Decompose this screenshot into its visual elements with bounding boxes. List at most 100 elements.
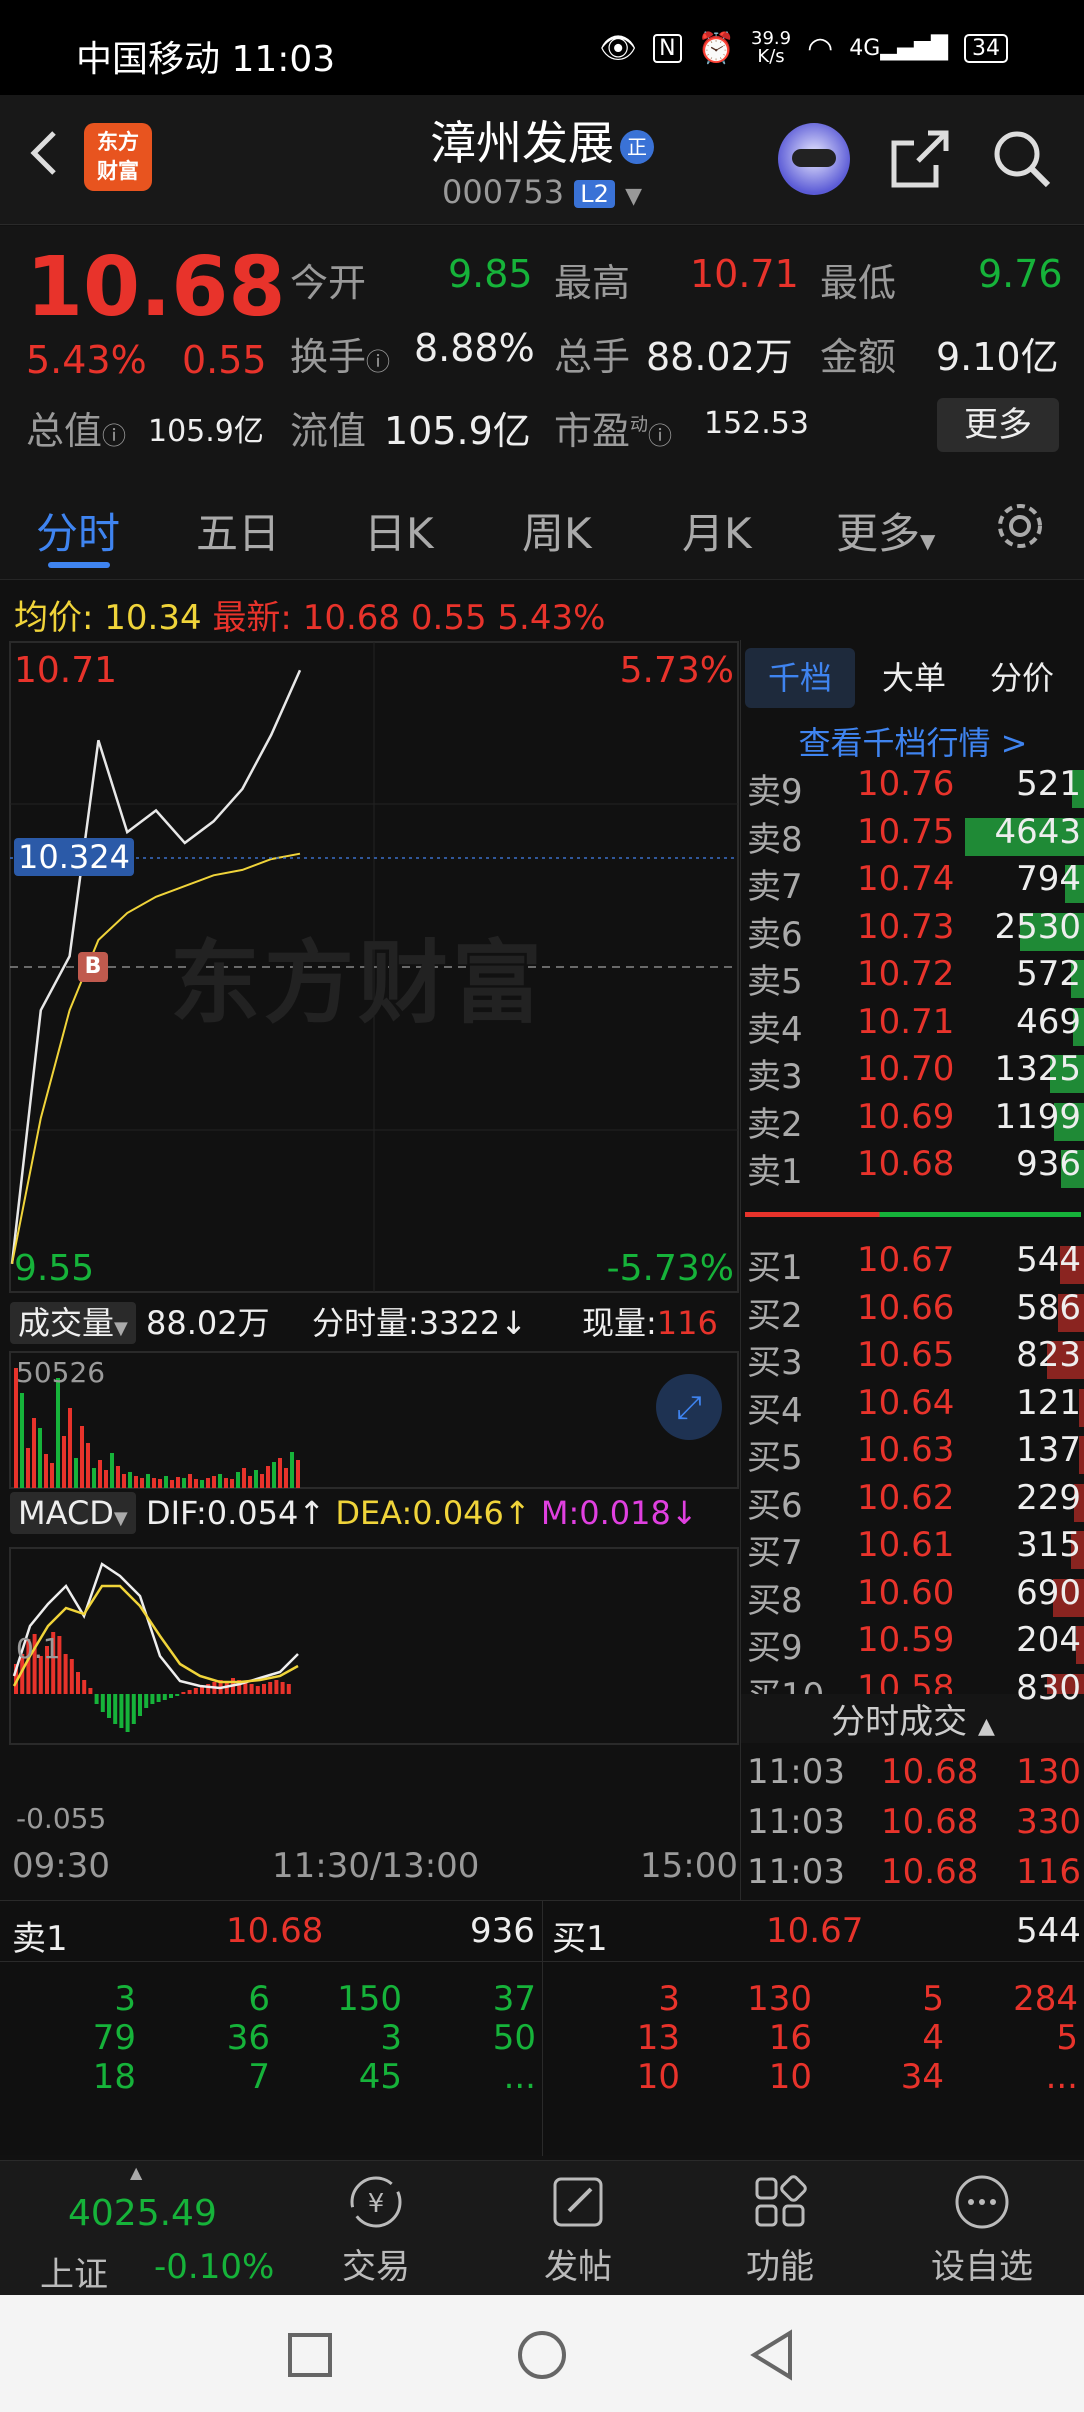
volume-bar	[38, 1428, 42, 1488]
ask-volume: 4643	[994, 811, 1081, 852]
sell-queue-cell: 18	[92, 2057, 136, 2097]
volume-bar	[116, 1466, 120, 1488]
volume-bar	[152, 1478, 156, 1488]
info-icon[interactable]: ⓘ	[102, 422, 126, 450]
active-tab-indicator	[48, 562, 110, 568]
tab-price-dist[interactable]: 分价	[967, 648, 1077, 708]
volume-bar	[44, 1454, 48, 1488]
volume-selector[interactable]: 成交量▼	[10, 1302, 136, 1344]
tab-weekly-k[interactable]: 周K	[522, 500, 592, 561]
ask-row[interactable]: 卖6 10.73 2530	[741, 907, 1084, 955]
bid-price: 10.62	[857, 1477, 955, 1518]
volume-chart[interactable]	[0, 1350, 740, 1490]
trade-volume: 130	[1016, 1752, 1081, 1792]
share-icon[interactable]	[888, 127, 952, 191]
bid-label: 买5	[747, 1438, 803, 1478]
bid-row[interactable]: 买9 10.59 204	[741, 1620, 1084, 1668]
ask-row[interactable]: 卖1 10.68 936	[741, 1144, 1084, 1192]
ask-price: 10.74	[857, 859, 955, 899]
tab-big-orders[interactable]: 大单	[859, 648, 969, 708]
macd-bar	[187, 1690, 192, 1694]
trade-icon: ¥	[350, 2176, 402, 2228]
macd-bar	[131, 1694, 136, 1724]
tab-more[interactable]: 更多▼	[836, 500, 935, 561]
volume-header: 成交量▼ 88.02万 分时量:3322↓ 现量:116	[10, 1298, 738, 1346]
volume-bar	[158, 1479, 162, 1488]
open-value: 9.85	[448, 252, 533, 296]
volume-value: 88.02万	[646, 335, 793, 379]
volume-bar	[140, 1478, 144, 1488]
home-icon[interactable]	[516, 2329, 568, 2381]
buy-marker[interactable]: B	[78, 952, 108, 982]
caret-down-icon: ▼	[113, 1508, 128, 1529]
bid-row[interactable]: 买5 10.63 137	[741, 1430, 1084, 1478]
volume-bar	[62, 1436, 66, 1488]
more-quote-button[interactable]: 更多	[937, 398, 1059, 452]
tab-five-day[interactable]: 五日	[196, 500, 280, 561]
search-icon[interactable]	[990, 127, 1054, 191]
bid-row[interactable]: 买6 10.62 229	[741, 1478, 1084, 1526]
macd-bar	[249, 1684, 254, 1694]
tab-daily-k[interactable]: 日K	[364, 500, 434, 561]
bid-label: 买2	[747, 1295, 803, 1336]
intraday-chart-area[interactable]: 东方财富 10.71 5.73% 9.55 -5.73% 10.324 B 成交…	[0, 640, 740, 1900]
back-nav-icon[interactable]	[746, 2329, 798, 2381]
sell-queue-cell: 79	[92, 2018, 136, 2058]
zheng-badge: 正	[620, 129, 654, 164]
chart-tabs: 分时 五日 日K 周K 月K 更多▼	[0, 470, 1084, 580]
ask-label: 卖7	[747, 867, 803, 907]
nav-functions[interactable]: 功能	[710, 2171, 850, 2288]
volume-bar	[92, 1468, 96, 1488]
recent-apps-icon[interactable]	[286, 2331, 334, 2379]
buy-queue-cell: 10	[768, 2057, 812, 2097]
nav-post[interactable]: 发帖	[508, 2171, 648, 2288]
info-icon[interactable]: ⓘ	[366, 348, 390, 376]
ask-row[interactable]: 卖8 10.75 4643	[741, 812, 1084, 860]
chart-low-pct: -5.73%	[606, 1248, 734, 1289]
float-value: 105.9亿	[384, 409, 531, 453]
svg-text:¥: ¥	[368, 2189, 385, 2219]
bid-volume: 823	[1016, 1335, 1081, 1375]
nav-trade[interactable]: ¥ 交易	[306, 2171, 446, 2288]
volume-bar	[134, 1476, 138, 1488]
bid-row[interactable]: 买3 10.65 823	[741, 1335, 1084, 1383]
settings-gear-icon[interactable]	[992, 498, 1048, 554]
tab-monthly-k[interactable]: 月K	[682, 500, 752, 561]
macd-selector[interactable]: MACD▼	[10, 1492, 136, 1534]
ask-volume: 572	[1016, 954, 1081, 994]
bid-row[interactable]: 买7 10.61 315	[741, 1525, 1084, 1573]
buy-queue-cell: 5	[922, 1979, 944, 2019]
ask-row[interactable]: 卖2 10.69 1199	[741, 1097, 1084, 1145]
tab-depth[interactable]: 千档	[745, 648, 855, 708]
bid-row[interactable]: 买8 10.60 690	[741, 1573, 1084, 1621]
nav-add-watchlist[interactable]: 设自选	[912, 2171, 1052, 2288]
caret-up-icon: ▲	[977, 1714, 995, 1739]
bottom-nav: ▲ 4025.49 上证 -0.10% ¥ 交易 发帖 功能 设自选	[0, 2160, 1084, 2295]
trade-volume: 330	[1016, 1802, 1081, 1842]
sell-queue-cell: 45	[358, 2057, 402, 2097]
pe-value: 152.53	[704, 406, 809, 441]
ask-row[interactable]: 卖3 10.70 1325	[741, 1049, 1084, 1097]
info-icon[interactable]: ⓘ	[648, 422, 672, 450]
ask-row[interactable]: 卖7 10.74 794	[741, 859, 1084, 907]
chart-high-price: 10.71	[14, 650, 118, 691]
bid-row[interactable]: 买2 10.66 586	[741, 1288, 1084, 1336]
robot-assistant-icon[interactable]	[778, 123, 850, 195]
ask-row[interactable]: 卖5 10.72 572	[741, 954, 1084, 1002]
ask-row[interactable]: 卖4 10.71 469	[741, 1002, 1084, 1050]
ask-label: 卖1	[747, 1152, 803, 1192]
ask-row[interactable]: 卖9 10.76 521	[741, 764, 1084, 812]
volume-bar	[278, 1458, 282, 1488]
volume-bar	[146, 1474, 150, 1488]
open-label: 今开	[290, 261, 367, 305]
expand-icon[interactable]: ⤢	[656, 1374, 722, 1440]
bid-row[interactable]: 买1 10.67 544	[741, 1240, 1084, 1288]
caret-down-icon: ▼	[920, 529, 936, 553]
crosshair-price-label: 10.324	[14, 838, 134, 876]
view-depth-link[interactable]: 查看千档行情 >	[741, 718, 1084, 764]
spread-divider	[745, 1212, 1081, 1217]
tab-intraday[interactable]: 分时	[36, 500, 120, 561]
macd-chart[interactable]	[0, 1546, 740, 1746]
bid-row[interactable]: 买4 10.64 121	[741, 1383, 1084, 1431]
pe-label: 市盈动ⓘ	[554, 409, 673, 453]
